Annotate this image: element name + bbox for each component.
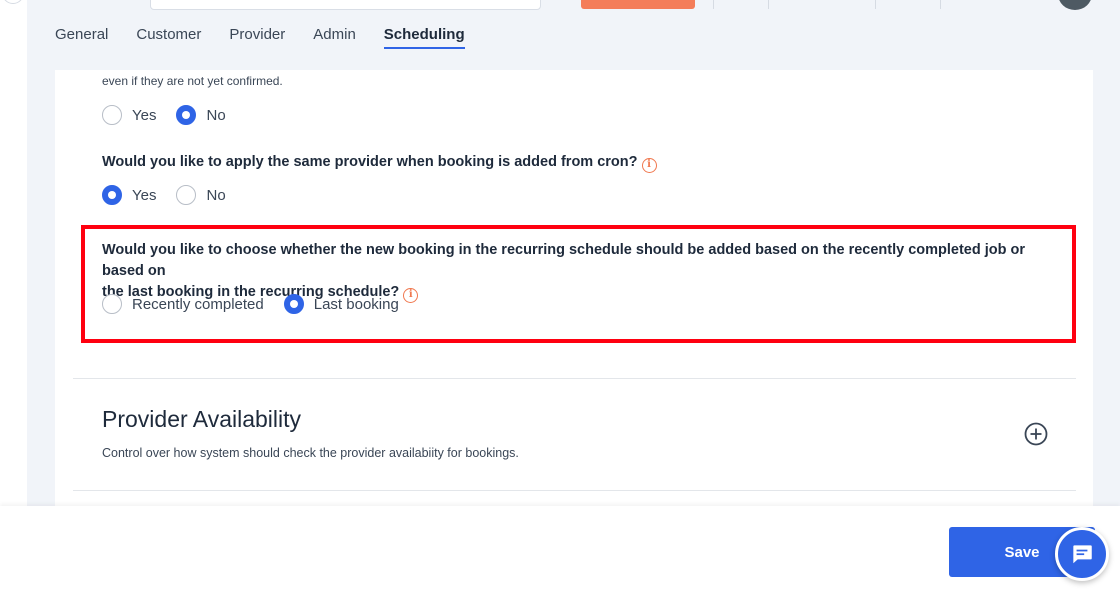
header-separator bbox=[768, 0, 769, 9]
header-search-input[interactable] bbox=[150, 0, 541, 10]
section-description: Control over how system should check the… bbox=[102, 446, 519, 460]
radio-circle[interactable] bbox=[176, 105, 197, 125]
radio-circle[interactable] bbox=[102, 185, 122, 205]
header-separator bbox=[940, 0, 941, 9]
header-action-button[interactable] bbox=[581, 0, 695, 9]
info-icon[interactable]: i bbox=[641, 158, 657, 173]
q2-radio-group: Yes No bbox=[102, 185, 246, 205]
setting-note: even if they are not yet confirmed. bbox=[102, 74, 283, 88]
q3-option-recently-completed[interactable]: Recently completed bbox=[102, 294, 264, 314]
radio-label: Yes bbox=[132, 186, 157, 204]
tab-general[interactable]: General bbox=[55, 26, 108, 49]
header-separator bbox=[713, 0, 714, 9]
tab-customer[interactable]: Customer bbox=[136, 26, 201, 49]
section-divider bbox=[73, 490, 1076, 491]
avatar[interactable] bbox=[1058, 0, 1092, 10]
q2-question-text: Would you like to apply the same provide… bbox=[102, 154, 638, 170]
q1-option-yes[interactable]: Yes bbox=[102, 105, 156, 125]
radio-circle[interactable] bbox=[102, 294, 122, 314]
q2-question: Would you like to apply the same provide… bbox=[102, 152, 657, 173]
tab-provider[interactable]: Provider bbox=[229, 26, 285, 49]
radio-label: Recently completed bbox=[132, 295, 264, 313]
radio-circle[interactable] bbox=[102, 105, 122, 125]
radio-label: Yes bbox=[132, 106, 157, 124]
chat-icon bbox=[1073, 545, 1092, 564]
tab-scheduling[interactable]: Scheduling bbox=[383, 26, 465, 49]
q1-option-no[interactable]: No bbox=[176, 105, 226, 125]
section-divider bbox=[73, 378, 1076, 379]
radio-circle[interactable] bbox=[176, 185, 197, 205]
tab-admin[interactable]: Admin bbox=[313, 26, 356, 49]
settings-tabs: General Customer Provider Admin Scheduli… bbox=[55, 26, 493, 49]
radio-circle[interactable] bbox=[283, 294, 304, 314]
section-title: Provider Availability bbox=[102, 406, 302, 432]
radio-label: No bbox=[206, 186, 226, 204]
q2-option-yes[interactable]: Yes bbox=[102, 185, 156, 205]
header-separator bbox=[875, 0, 876, 9]
plus-circle-icon[interactable] bbox=[1024, 422, 1048, 446]
q3-option-last-booking[interactable]: Last booking bbox=[283, 294, 399, 314]
q3-question-line1: Would you like to choose whether the new… bbox=[102, 242, 1026, 279]
q1-radio-group: Yes No bbox=[102, 105, 246, 125]
radio-label: No bbox=[206, 106, 226, 124]
radio-label: Last booking bbox=[313, 295, 399, 313]
q2-option-no[interactable]: No bbox=[176, 185, 226, 205]
chat-button[interactable] bbox=[1055, 527, 1109, 581]
q3-radio-group: Recently completed Last booking bbox=[102, 294, 419, 314]
